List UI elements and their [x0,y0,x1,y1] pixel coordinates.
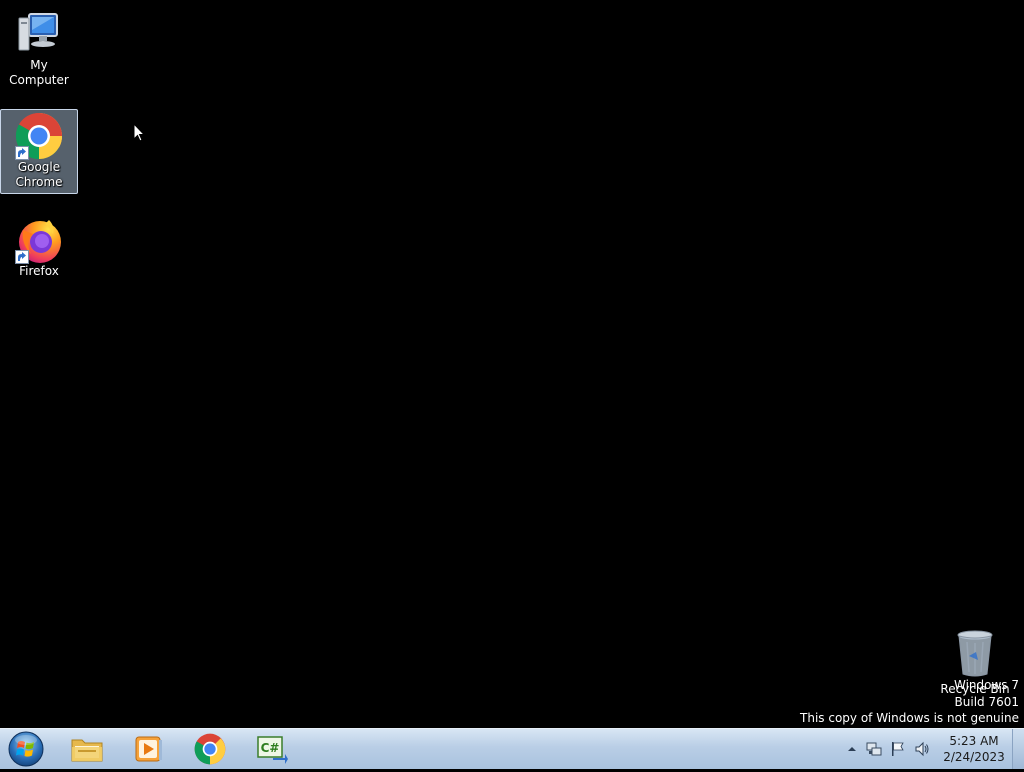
network-icon [866,742,882,756]
windows-genuine-watermark: Windows 7 Build 7601 This copy of Window… [800,677,1019,727]
taskbar: C# 5:23 AM 2/24/2023 [0,728,1024,769]
desktop-icon-firefox[interactable]: Firefox [1,214,77,279]
media-player-icon [135,736,162,762]
svg-text:C#: C# [261,741,280,755]
shortcut-arrow-icon [15,146,29,160]
clock-date: 2/24/2023 [943,750,1005,764]
chevron-up-icon [848,747,856,751]
volume-tray-button[interactable] [914,741,930,757]
folder-icon [71,739,103,762]
start-button[interactable] [4,730,48,768]
flag-icon [892,742,904,756]
chrome-icon [15,112,63,160]
desktop-icon-google-chrome[interactable]: Google Chrome [0,109,78,194]
desktop-icon-my-computer[interactable]: My Computer [1,8,77,88]
recycle-bin-icon [956,630,994,682]
desktop-icon-label: Firefox [19,264,59,278]
watermark-line-os: Windows 7 [953,678,1019,692]
clock-time: 5:23 AM [949,734,999,748]
watermark-line-genuine: This copy of Windows is not genuine [800,711,1019,725]
desktop[interactable]: My Computer Google Chrome Firefox Recycl… [0,0,1024,728]
taskbar-csharp-editor[interactable]: C# [245,731,299,767]
network-tray-button[interactable] [866,741,882,757]
show-desktop-button[interactable] [1012,729,1024,769]
show-hidden-icons-button[interactable] [844,741,860,757]
mouse-cursor-icon [133,122,146,147]
desktop-icon-label: My Computer [9,58,69,87]
chrome-icon [194,733,226,765]
system-clock[interactable]: 5:23 AM 2/24/2023 [940,733,1008,765]
csharp-icon: C# [257,736,288,764]
taskbar-windows-media-player[interactable] [121,731,175,767]
volume-icon [915,741,929,757]
watermark-line-build: Build 7601 [954,694,1019,709]
firefox-icon [15,216,63,264]
taskbar-google-chrome[interactable] [183,731,237,767]
shortcut-arrow-icon [15,250,29,264]
computer-icon [15,10,63,58]
windows-start-orb-icon [8,731,44,767]
taskbar-windows-explorer[interactable] [60,731,114,767]
desktop-icon-label: Google Chrome [15,160,63,189]
action-center-tray-button[interactable] [890,741,906,757]
